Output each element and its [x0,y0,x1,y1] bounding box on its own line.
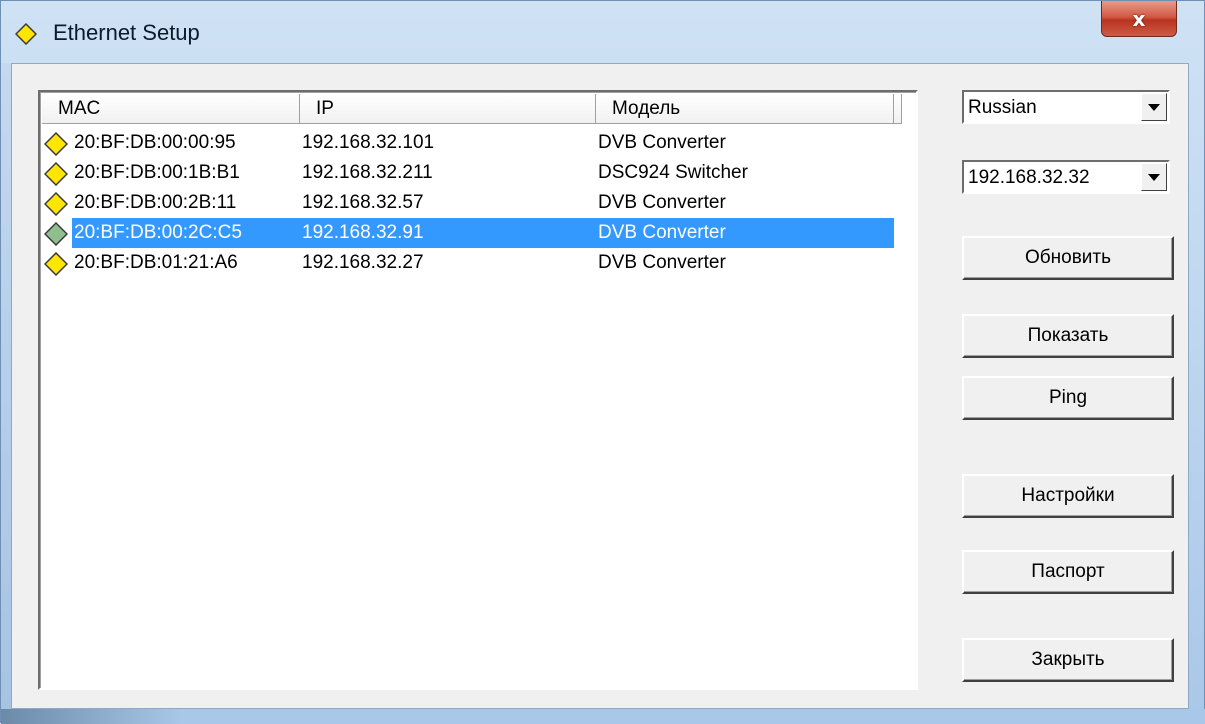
interface-ip-select-value: 192.168.32.32 [968,167,1090,188]
device-model: DVB Converter [598,252,726,273]
column-header-mac[interactable]: MAC [42,94,300,124]
column-header-model[interactable]: Модель [596,94,894,124]
language-select-value: Russian [968,97,1037,118]
close-button[interactable]: Закрыть [962,638,1174,682]
device-mac: 20:BF:DB:00:2B:11 [74,192,237,213]
device-mac: 20:BF:DB:00:00:95 [74,132,236,153]
dialog-client-area: MAC IP Модель 20:BF:DB:00:00:95 192.168.3… [11,63,1189,709]
refresh-button[interactable]: Обновить [962,236,1174,280]
title-bar[interactable]: Ethernet Setup x [1,1,1204,63]
device-mac: 20:BF:DB:00:1B:B1 [74,162,240,183]
device-row[interactable]: 20:BF:DB:00:2B:11 192.168.32.57 DVB Conver… [42,188,902,218]
language-select[interactable]: Russian [962,90,1170,124]
yellow-diamond-icon [44,162,68,186]
device-row[interactable]: 20:BF:DB:01:21:A6 192.168.32.27 DVB Conver… [42,248,902,278]
device-list[interactable]: MAC IP Модель 20:BF:DB:00:00:95 192.168.3… [38,90,918,690]
show-button[interactable]: Показать [962,314,1174,358]
device-row[interactable]: 20:BF:DB:00:2C:C5 192.168.32.91 DVB Conver… [42,218,902,248]
device-ip: 192.168.32.57 [302,192,424,213]
column-header-filler [894,94,902,124]
yellow-diamond-icon [44,132,68,156]
device-ip: 192.168.32.211 [302,162,433,183]
device-model: DSC924 Switcher [598,162,748,183]
interface-ip-select[interactable]: 192.168.32.32 [962,160,1170,194]
column-header-ip[interactable]: IP [300,94,596,124]
device-mac: 20:BF:DB:01:21:A6 [74,252,238,273]
settings-button[interactable]: Настройки [962,474,1174,518]
device-ip: 192.168.32.91 [302,222,424,243]
device-model: DVB Converter [598,222,726,243]
device-row[interactable]: 20:BF:DB:00:1B:B1 192.168.32.211 DSC924 Sw… [42,158,902,188]
device-model: DVB Converter [598,132,726,153]
device-model: DVB Converter [598,192,726,213]
passport-button[interactable]: Паспорт [962,550,1174,594]
window-title: Ethernet Setup [53,20,200,45]
device-list-rows: 20:BF:DB:00:00:95 192.168.32.101 DVB Conve… [42,128,902,278]
device-list-header: MAC IP Модель [42,94,902,124]
device-ip: 192.168.32.27 [302,252,424,273]
green-diamond-icon [44,222,68,246]
device-row[interactable]: 20:BF:DB:00:00:95 192.168.32.101 DVB Conve… [42,128,902,158]
chevron-down-icon[interactable] [1141,163,1167,191]
yellow-diamond-icon [44,252,68,276]
ping-button[interactable]: Ping [962,376,1174,420]
ethernet-setup-window: Ethernet Setup x MAC IP Модель 20:BF:DB:… [0,0,1205,724]
yellow-diamond-icon [44,192,68,216]
window-close-button[interactable]: x [1101,1,1177,37]
window-frame-left [1,63,11,709]
close-icon: x [1132,6,1146,31]
device-ip: 192.168.32.101 [302,132,435,153]
window-frame-bottom [1,709,1205,724]
yellow-diamond-icon [15,23,37,45]
chevron-down-icon[interactable] [1141,93,1167,121]
device-mac: 20:BF:DB:00:2C:C5 [74,222,242,243]
